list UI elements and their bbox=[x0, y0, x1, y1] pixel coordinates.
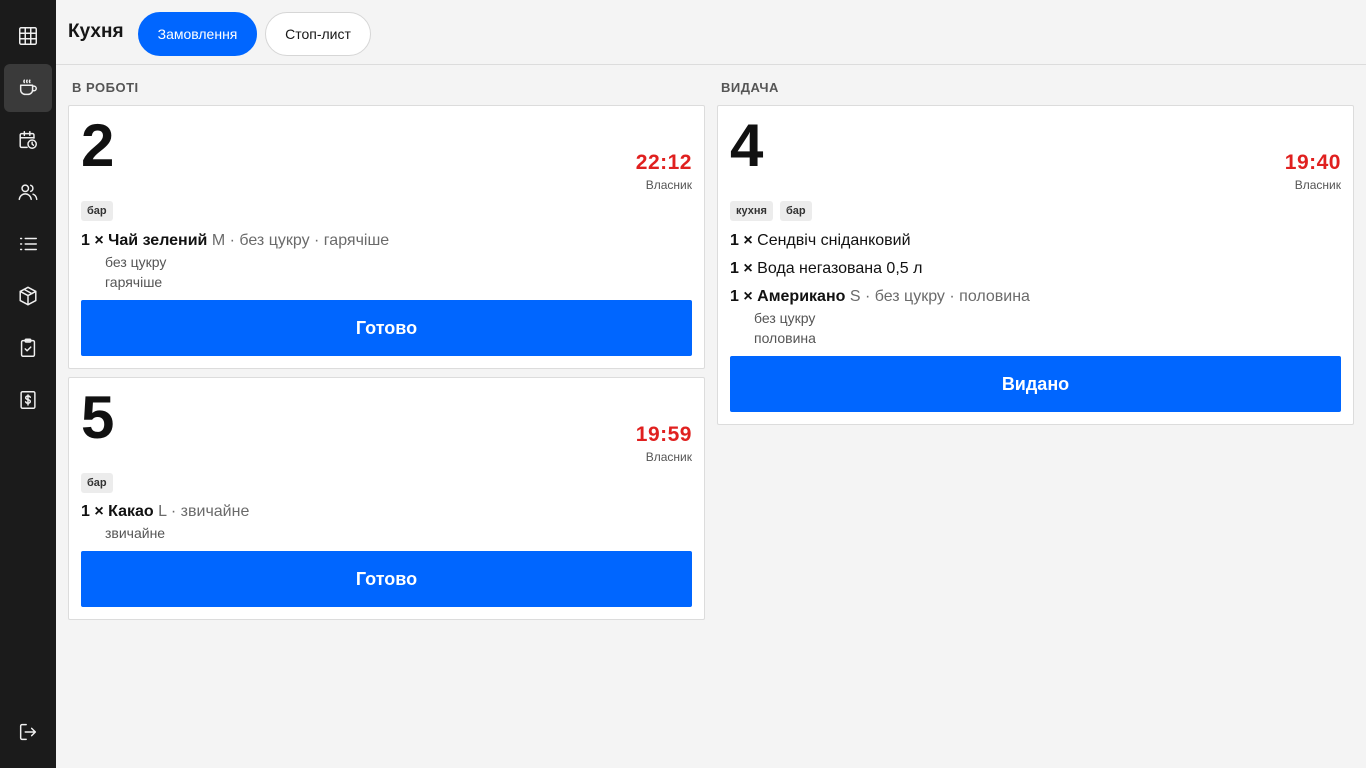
order-author: Власник bbox=[1294, 178, 1341, 192]
logout-button[interactable] bbox=[4, 708, 52, 756]
nav-tasks[interactable] bbox=[4, 324, 52, 372]
nav-kitchen[interactable] bbox=[4, 64, 52, 112]
order-author: Власник bbox=[645, 450, 692, 464]
item-name: Какао bbox=[108, 503, 154, 520]
item-qty: 1 × bbox=[81, 503, 104, 520]
item-qty: 1 × bbox=[81, 232, 104, 249]
item-options: S · без цукру · половина bbox=[849, 288, 1030, 305]
users-icon bbox=[18, 184, 38, 201]
nav-tables[interactable] bbox=[4, 12, 52, 60]
order-items: 1 × Какао L · звичайне звичайне bbox=[81, 501, 692, 543]
clipboard-check-icon bbox=[20, 338, 36, 357]
item-modifier: гарячіше bbox=[105, 274, 163, 290]
order-items: 1 × Чай зелений M · без цукру · гарячіше… bbox=[81, 230, 692, 292]
order-card: 4 19:40 Власник кухня бар 1 × Сендвіч сн… bbox=[717, 105, 1354, 425]
column-title-issue: ВИДАЧА bbox=[721, 80, 779, 95]
station-tag: кухня bbox=[730, 201, 773, 221]
dollar-receipt-icon bbox=[20, 391, 36, 409]
station-tag: бар bbox=[81, 201, 113, 221]
ready-button[interactable]: Готово bbox=[81, 300, 692, 356]
order-item: 1 × Вода негазована 0,5 л bbox=[730, 258, 1341, 286]
order-card: 2 22:12 Власник бар 1 × Чай зелений M · … bbox=[68, 105, 705, 369]
order-time: 22:12 bbox=[635, 151, 692, 174]
item-modifier: звичайне bbox=[105, 525, 166, 541]
tag-list: бар bbox=[81, 201, 113, 221]
item-modifier: без цукру bbox=[754, 310, 816, 326]
item-qty: 1 × bbox=[730, 260, 753, 277]
station-tag: бар bbox=[81, 473, 113, 493]
item-name: Чай зелений bbox=[108, 232, 208, 249]
item-qty: 1 × bbox=[730, 232, 753, 249]
order-item: 1 × Чай зелений M · без цукру · гарячіше… bbox=[81, 230, 692, 292]
order-number: 5 bbox=[81, 384, 115, 451]
order-item: 1 × Какао L · звичайне звичайне bbox=[81, 501, 692, 543]
item-options: L · звичайне bbox=[158, 503, 250, 520]
top-bar: Кухня Замовлення Стоп-лист bbox=[56, 0, 1366, 65]
order-author: Власник bbox=[645, 178, 692, 192]
issued-button[interactable]: Видано bbox=[730, 356, 1341, 412]
item-name: Вода негазована 0,5 л bbox=[757, 260, 923, 277]
item-name: Сендвіч сніданковий bbox=[757, 232, 911, 249]
logout-icon bbox=[19, 723, 37, 741]
order-items: 1 × Сендвіч сніданковий 1 × Вода негазов… bbox=[730, 230, 1341, 348]
grid-icon bbox=[19, 27, 37, 45]
item-qty: 1 × bbox=[730, 288, 753, 305]
tab-orders[interactable]: Замовлення bbox=[138, 12, 257, 56]
order-item: 1 × Американо S · без цукру · половина б… bbox=[730, 286, 1341, 348]
order-time: 19:59 bbox=[635, 423, 692, 446]
ready-button[interactable]: Готово bbox=[81, 551, 692, 607]
nav-finance[interactable] bbox=[4, 376, 52, 424]
order-number: 4 bbox=[730, 112, 764, 179]
item-options: M · без цукру · гарячіше bbox=[211, 232, 390, 249]
box-icon bbox=[19, 286, 37, 306]
list-icon bbox=[19, 237, 37, 251]
order-item: 1 × Сендвіч сніданковий bbox=[730, 230, 1341, 258]
nav-menu[interactable] bbox=[4, 220, 52, 268]
column-title-in-work: В РОБОТІ bbox=[72, 80, 139, 95]
tab-stop-list[interactable]: Стоп-лист bbox=[265, 12, 371, 56]
order-card: 5 19:59 Власник бар 1 × Какао L · звичай… bbox=[68, 377, 705, 620]
sidebar bbox=[0, 0, 56, 768]
item-modifier: половина bbox=[754, 330, 816, 346]
calendar-clock-icon bbox=[19, 131, 37, 149]
item-name: Американо bbox=[757, 288, 846, 305]
station-tag: бар bbox=[779, 201, 812, 221]
tag-list: бар bbox=[81, 473, 113, 493]
page-title: Кухня bbox=[68, 21, 124, 42]
nav-staff[interactable] bbox=[4, 168, 52, 216]
nav-reservations[interactable] bbox=[4, 116, 52, 164]
order-number: 2 bbox=[81, 112, 115, 179]
order-time: 19:40 bbox=[1284, 151, 1341, 174]
nav-warehouse[interactable] bbox=[4, 272, 52, 320]
coffee-cup-icon bbox=[19, 79, 37, 96]
tag-list: кухня бар bbox=[730, 201, 812, 221]
item-modifier: без цукру bbox=[105, 254, 167, 270]
